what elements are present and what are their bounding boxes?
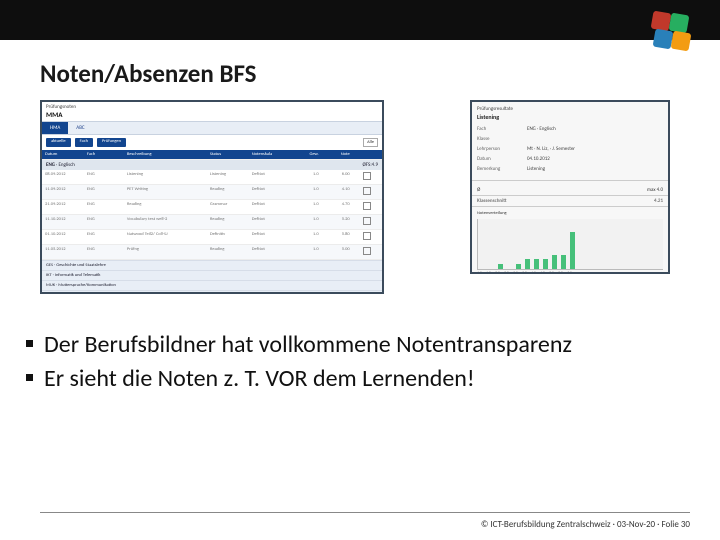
group-average: ØFS:4.9 — [362, 162, 378, 168]
meta-row: Datum04.10.2012 — [477, 155, 663, 163]
chart-bar — [570, 232, 575, 269]
avg-label: Ø — [477, 187, 480, 193]
screenshot-grade-detail: Prüfungsresultate Listening FachENG · En… — [470, 100, 670, 274]
slide-footer: © ICT-Berufsbildung Zentralschweiz · 03-… — [481, 519, 690, 530]
class-average-label: Klassenschnitt — [477, 198, 507, 204]
average-line: Ø max 4.0 — [472, 185, 668, 195]
x-tick: 1.5 — [486, 271, 491, 274]
x-tick: 4.0 — [531, 271, 536, 274]
table-row[interactable]: 11.10.2012ENGVocabulary test well-2Readi… — [42, 215, 382, 230]
slide-title: Noten/Absenzen BFS — [40, 58, 256, 89]
table-row[interactable]: 11.05.2012ENGPrüfngReadingDefNot1.05.00 — [42, 245, 382, 260]
header-name: MMA — [46, 110, 62, 119]
col-status: Status — [207, 150, 249, 159]
separator — [472, 180, 668, 181]
filter-button[interactable]: Fach — [75, 138, 93, 147]
bullet-item: Der Berufsbildner hat vollkommene Notent… — [26, 330, 690, 360]
logo-piece-icon — [669, 13, 690, 34]
tab-student[interactable]: ABC — [68, 122, 92, 134]
filter-bar: aktuelle Fach Prüfungen Alle — [42, 135, 382, 150]
top-bar — [0, 0, 720, 40]
col-scale: Notenskala — [249, 150, 291, 159]
detail-icon[interactable] — [363, 247, 371, 255]
logo-piece-icon — [671, 31, 692, 52]
table-row[interactable]: 01.10.2012ENGNatwood Teil2/ Coll-SJDefin… — [42, 230, 382, 245]
chart-bar — [498, 264, 503, 269]
x-tick: 4.5 — [540, 271, 545, 274]
detail-icon[interactable] — [363, 217, 371, 225]
table-row[interactable]: 11.09.2012ENGPET WritingReadingDefNot1.0… — [42, 185, 382, 200]
detail-supertitle: Prüfungsresultate — [477, 105, 663, 113]
meta-row: LehrpersonMt · N. Liz, · J. Semester — [477, 145, 663, 153]
col-subject: Fach — [84, 150, 124, 159]
chart-bar — [561, 255, 566, 269]
table-column-headers: Datum Fach Beschreibung Status Notenskal… — [42, 150, 382, 159]
group-name: Englisch — [58, 162, 74, 168]
filter-button[interactable]: Prüfungen — [97, 138, 126, 147]
chart-x-axis: 1.0 1.5 2.0 2.5 3.0 3.5 4.0 4.5 5.0 5.5 6.0 — [477, 271, 663, 274]
detail-icon[interactable] — [363, 232, 371, 240]
col-date: Datum — [42, 150, 84, 159]
subject-group-header[interactable]: ENG · Englisch ØFS:4.9 — [42, 159, 382, 170]
bullet-item: Er sieht die Noten z. T. VOR dem Lernend… — [26, 364, 690, 394]
col-weight: Gew. — [291, 150, 322, 159]
table-row[interactable]: 08.09.2012ENGListeningListeningDefNot1.0… — [42, 170, 382, 185]
detail-icon[interactable] — [363, 202, 371, 210]
class-average-value: 4.21 — [654, 198, 663, 204]
x-tick: 5.5 — [558, 271, 563, 274]
detail-title: Listening — [477, 113, 663, 123]
subject-group-header[interactable]: NFT · Mathematik — [42, 290, 382, 294]
footer-copyright: © ICT-Berufsbildung Zentralschweiz — [481, 519, 611, 530]
x-tick: 6.0 — [567, 271, 572, 274]
distribution-chart — [477, 219, 663, 270]
x-tick: 2.5 — [504, 271, 509, 274]
search-field[interactable]: Alle — [363, 138, 378, 147]
x-tick: 3.5 — [522, 271, 527, 274]
detail-header: Prüfungsresultate Listening FachENG · En… — [472, 102, 668, 176]
x-tick: 5.0 — [549, 271, 554, 274]
footer-separator — [40, 512, 690, 513]
col-desc: Beschreibung — [124, 150, 207, 159]
detail-icon[interactable] — [363, 187, 371, 195]
avg-note-label: max 4.0 — [647, 187, 663, 193]
chart-bar — [534, 259, 539, 268]
table-row[interactable]: 21.09.2012ENGReadingGrammarDefNot1.04.70 — [42, 200, 382, 215]
tab-student[interactable]: HMA — [42, 122, 68, 134]
meta-row: BemerkungListening — [477, 165, 663, 173]
chart-bar — [516, 264, 521, 269]
chart-bar — [552, 255, 557, 269]
brand-logo — [650, 10, 690, 50]
subject-group-header[interactable]: MUK · Muttersprache/Kommunikation — [42, 280, 382, 290]
subject-group-header[interactable]: IKT · Informatik und Telematik — [42, 270, 382, 280]
subject-group-header[interactable]: GES · Geschichte und Staatslehre — [42, 260, 382, 270]
filter-button[interactable]: aktuelle — [46, 138, 71, 147]
meta-row: Klasse — [477, 135, 663, 143]
footer-date: 03-Nov-20 — [617, 519, 655, 530]
footer-folie-number: 30 — [681, 519, 690, 530]
x-tick: 2.0 — [495, 271, 500, 274]
chart-bar — [525, 259, 530, 268]
meta-row: FachENG · Englisch — [477, 125, 663, 133]
chart-bar — [543, 259, 548, 268]
x-tick: 3.0 — [513, 271, 518, 274]
bullet-list: Der Berufsbildner hat vollkommene Notent… — [26, 330, 690, 398]
x-tick: 1.0 — [477, 271, 482, 274]
chart-title: Notenverteilung — [472, 207, 668, 217]
student-tabs: HMA ABC — [42, 121, 382, 135]
screenshot-grades-table: Prüfungsnoten MMA HMA ABC aktuelle Fach … — [40, 100, 384, 294]
col-grade: Note — [322, 150, 353, 159]
detail-icon[interactable] — [363, 172, 371, 180]
class-average-row: Klassenschnitt 4.21 — [472, 195, 668, 207]
table-header: Prüfungsnoten MMA — [42, 102, 382, 121]
col-actions — [353, 150, 382, 159]
group-code: ENG — [46, 162, 55, 168]
footer-folie-label: Folie — [661, 519, 678, 530]
